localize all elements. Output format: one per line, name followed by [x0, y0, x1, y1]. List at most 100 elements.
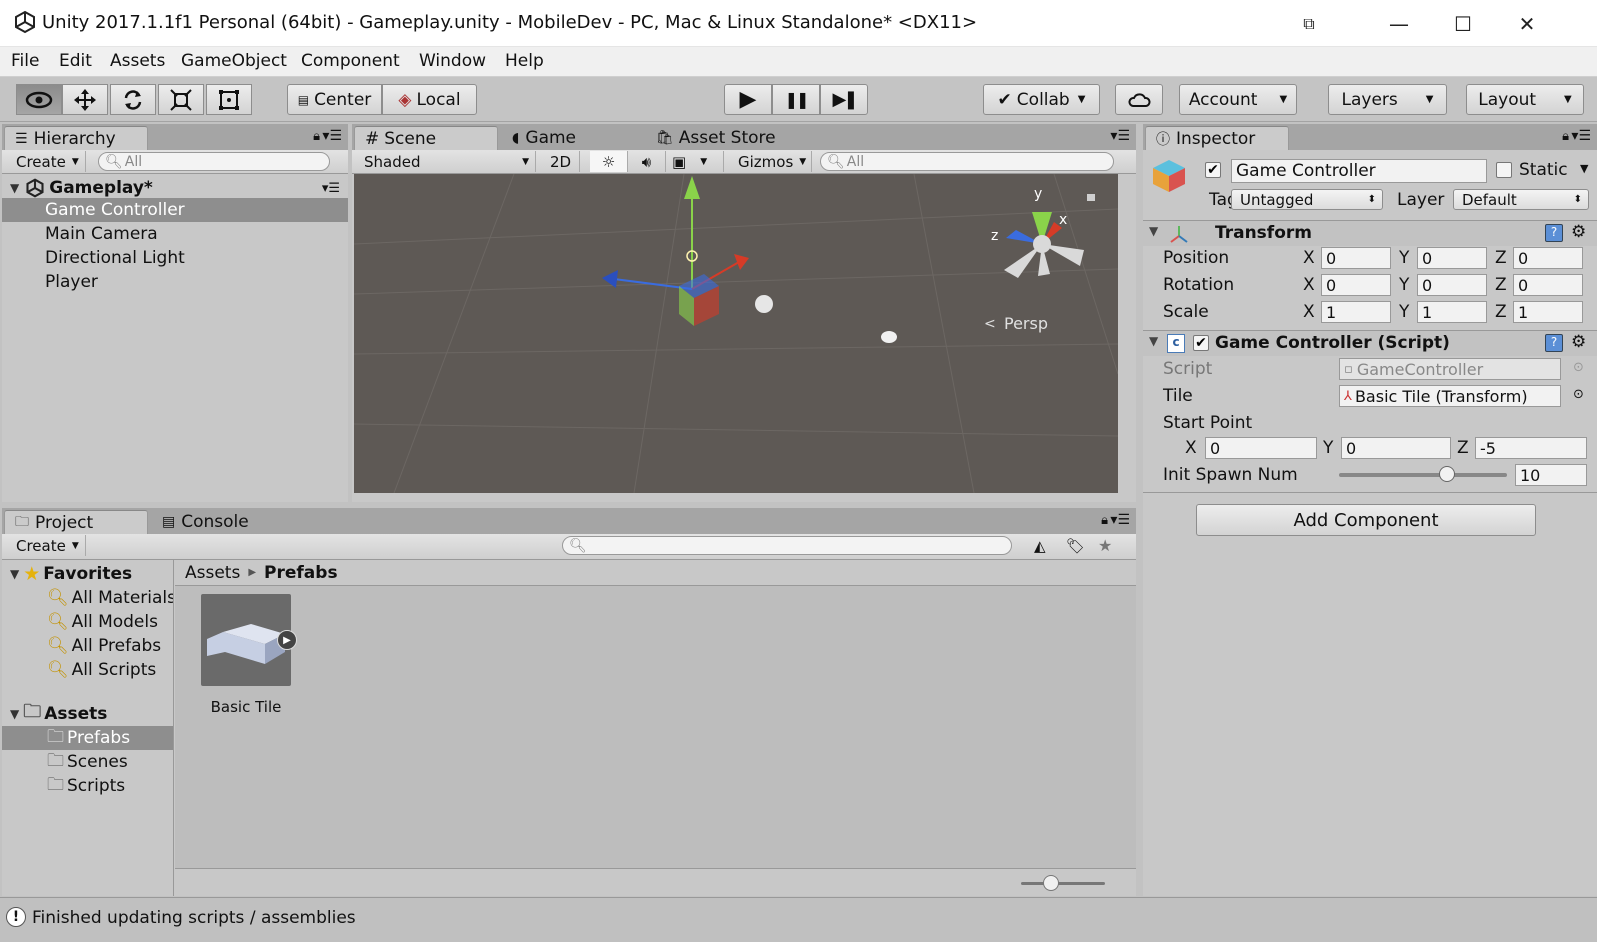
assets-root-row[interactable]: ▼ 🗀 Assets: [2, 701, 173, 726]
object-name-field[interactable]: Game Controller: [1231, 159, 1487, 183]
menu-component[interactable]: Component: [301, 51, 400, 71]
panel-menu-icon[interactable]: ▾☰: [322, 128, 342, 144]
script-component-header[interactable]: ▼ c ✔ Game Controller (Script) ? ⚙: [1143, 330, 1597, 356]
breadcrumb-assets[interactable]: Assets: [185, 563, 240, 583]
tag-dropdown[interactable]: Untagged ⬍: [1231, 189, 1383, 210]
add-component-button[interactable]: Add Component: [1196, 504, 1536, 536]
hierarchy-search-input[interactable]: 🔍︎ All: [98, 152, 330, 171]
hierarchy-item-directional-light[interactable]: Directional Light: [2, 246, 348, 270]
menu-file[interactable]: File: [11, 51, 39, 71]
move-tool-button[interactable]: [62, 84, 108, 115]
toggle-2d-button[interactable]: 2D: [542, 151, 580, 172]
rotation-z-field[interactable]: 0: [1513, 274, 1583, 296]
scene-menu-icon[interactable]: ▾☰: [322, 181, 340, 196]
display-icon[interactable]: ⧉: [1289, 0, 1329, 47]
expand-arrow-icon[interactable]: ▼: [10, 707, 19, 721]
layers-dropdown[interactable]: Layers ▼: [1328, 84, 1447, 115]
menu-help[interactable]: Help: [505, 51, 544, 71]
lock-icon[interactable]: [1087, 194, 1095, 201]
step-button[interactable]: ▶❚: [820, 84, 868, 115]
hierarchy-item-player[interactable]: Player: [2, 270, 348, 294]
effects-dropdown[interactable]: ▣ ▼: [666, 151, 724, 172]
favorite-star-icon[interactable]: ★: [1098, 536, 1112, 555]
cloud-object[interactable]: [881, 331, 897, 343]
favorite-all-prefabs[interactable]: 🔍︎ All Prefabs: [2, 634, 173, 658]
tab-console[interactable]: ▤ Console: [152, 510, 292, 534]
collapse-arrow-icon[interactable]: ▼: [1149, 334, 1158, 348]
panel-menu-icon[interactable]: ▾☰: [1110, 512, 1130, 528]
breadcrumb-prefabs[interactable]: Prefabs: [264, 563, 338, 583]
start-point-y-field[interactable]: 0: [1341, 437, 1451, 459]
tile-reference-field[interactable]: ⅄ Basic Tile (Transform): [1339, 385, 1561, 407]
init-spawn-slider-track[interactable]: [1339, 473, 1507, 477]
filter-label-icon[interactable]: 🏷︎: [1066, 537, 1085, 555]
filter-type-icon[interactable]: ◭: [1034, 537, 1046, 555]
init-spawn-num-field[interactable]: 10: [1515, 464, 1587, 486]
expand-prefab-icon[interactable]: ▶: [277, 630, 297, 650]
static-checkbox[interactable]: [1496, 162, 1512, 178]
scale-y-field[interactable]: 1: [1417, 301, 1487, 323]
pause-button[interactable]: ❚❚: [772, 84, 820, 115]
play-button[interactable]: ▶: [724, 84, 772, 115]
menu-assets[interactable]: Assets: [110, 51, 165, 71]
rect-tool-button[interactable]: [206, 84, 252, 115]
tab-inspector[interactable]: ⓘ Inspector: [1145, 126, 1289, 150]
static-dropdown-arrow-icon[interactable]: ▼: [1580, 162, 1588, 175]
collab-dropdown[interactable]: ✔ Collab ▼: [983, 84, 1100, 115]
layout-dropdown[interactable]: Layout ▼: [1466, 84, 1584, 115]
x-axis-arrow-icon[interactable]: [734, 254, 749, 270]
scene-search-input[interactable]: 🔍︎ All: [820, 152, 1114, 171]
lock-icon[interactable]: 🔒︎: [1101, 513, 1108, 528]
maximize-button[interactable]: ☐: [1435, 0, 1491, 47]
position-y-field[interactable]: 0: [1417, 247, 1487, 269]
sphere-object[interactable]: [755, 295, 773, 313]
status-message[interactable]: Finished updating scripts / assemblies: [32, 908, 356, 928]
gear-icon[interactable]: ⚙: [1571, 222, 1586, 242]
folder-scripts[interactable]: 🗀 Scripts: [2, 774, 173, 798]
orientation-gizmo[interactable]: [1004, 212, 1084, 278]
position-x-field[interactable]: 0: [1321, 247, 1391, 269]
tab-hierarchy[interactable]: ☰ Hierarchy: [4, 126, 148, 150]
asset-label-basic-tile[interactable]: Basic Tile: [181, 698, 311, 716]
position-z-field[interactable]: 0: [1513, 247, 1583, 269]
scale-x-field[interactable]: 1: [1321, 301, 1391, 323]
collapse-arrow-icon[interactable]: ▼: [1149, 224, 1158, 238]
expand-arrow-icon[interactable]: ▼: [10, 181, 19, 195]
pivot-center-button[interactable]: ▤ Center: [287, 84, 382, 115]
asset-thumbnail-basic-tile[interactable]: ▶: [201, 594, 297, 686]
folder-scenes[interactable]: 🗀 Scenes: [2, 750, 173, 774]
menu-window[interactable]: Window: [419, 51, 486, 71]
object-picker-icon[interactable]: ⊙: [1573, 387, 1584, 402]
tab-asset-store[interactable]: 🛍︎ Asset Store: [646, 126, 806, 150]
menu-edit[interactable]: Edit: [59, 51, 92, 71]
account-dropdown[interactable]: Account ▼: [1179, 84, 1297, 115]
icon-size-slider-track[interactable]: [1021, 882, 1105, 885]
gear-icon[interactable]: ⚙: [1571, 332, 1586, 352]
scale-z-field[interactable]: 1: [1513, 301, 1583, 323]
scene-root-row[interactable]: ▼ Gameplay* ▾☰: [2, 176, 348, 200]
favorite-all-scripts[interactable]: 🔍︎ All Scripts: [2, 658, 173, 682]
panel-menu-icon[interactable]: ▾☰: [1110, 128, 1130, 144]
script-enabled-checkbox[interactable]: ✔: [1193, 335, 1209, 351]
shading-mode-dropdown[interactable]: Shaded ▼: [358, 151, 536, 172]
favorite-all-materials[interactable]: 🔍︎ All Materials: [2, 586, 173, 610]
minimize-button[interactable]: —: [1371, 0, 1427, 47]
rotate-tool-button[interactable]: [110, 84, 156, 115]
help-book-icon[interactable]: ?: [1545, 334, 1563, 352]
init-spawn-slider-handle[interactable]: [1438, 466, 1455, 482]
favorite-all-models[interactable]: 🔍︎ All Models: [2, 610, 173, 634]
tab-game[interactable]: ◖ Game: [502, 126, 642, 150]
hierarchy-item-game-controller[interactable]: Game Controller: [2, 198, 348, 222]
hierarchy-item-main-camera[interactable]: Main Camera: [2, 222, 348, 246]
cloud-button[interactable]: [1115, 84, 1163, 115]
scene-viewport[interactable]: y x z Persp <: [354, 174, 1118, 493]
tab-scene[interactable]: # Scene: [354, 126, 498, 150]
hierarchy-create-dropdown[interactable]: Create ▼: [10, 151, 86, 172]
tab-project[interactable]: 🗀 Project: [4, 510, 148, 534]
lock-icon[interactable]: 🔒︎: [313, 129, 320, 144]
folder-prefabs[interactable]: 🗀 Prefabs: [2, 726, 173, 750]
rotation-y-field[interactable]: 0: [1417, 274, 1487, 296]
expand-arrow-icon[interactable]: ▼: [10, 567, 19, 581]
layer-dropdown[interactable]: Default ⬍: [1453, 189, 1589, 210]
view-tool-button[interactable]: [16, 84, 62, 115]
